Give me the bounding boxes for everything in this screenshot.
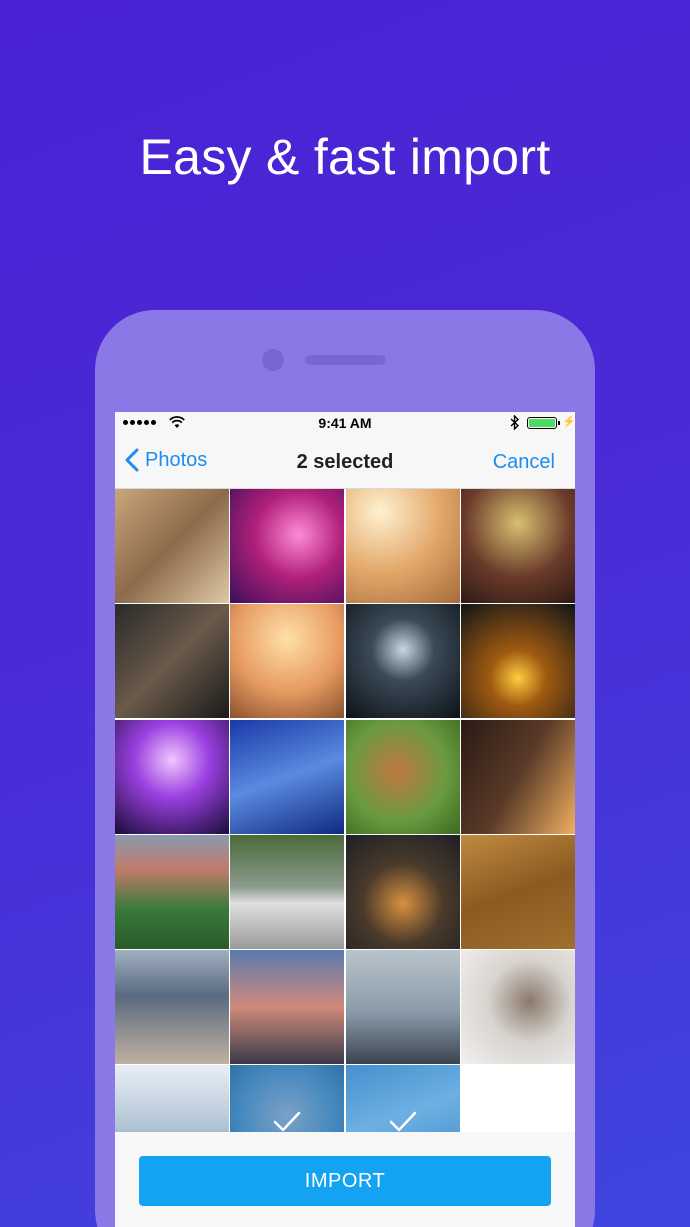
phone-screen: 9:41 AM ⚡ Photos 2 selected Cancel IMPOR… <box>115 412 575 1227</box>
photo-lake-man[interactable] <box>345 950 460 1065</box>
bottom-bar: IMPORT <box>115 1132 575 1227</box>
photo-blue-clouds[interactable] <box>230 719 345 834</box>
photo-beach-group[interactable] <box>230 950 345 1065</box>
photo-autumn-bike[interactable] <box>460 834 575 949</box>
checkmark-icon <box>274 1112 301 1132</box>
photo-surfers[interactable] <box>115 950 229 1065</box>
checkmark-icon <box>389 1112 416 1132</box>
photo-beach-reading[interactable] <box>115 489 229 603</box>
navigation-bar: Photos 2 selected Cancel <box>115 434 575 489</box>
photo-sunny-woman[interactable] <box>345 489 460 603</box>
battery-icon <box>527 417 557 429</box>
photo-concert-orange[interactable] <box>460 604 575 719</box>
photo-party-lights[interactable] <box>230 489 345 603</box>
cancel-button[interactable]: Cancel <box>493 451 555 474</box>
photo-gym[interactable] <box>115 604 229 719</box>
photo-rave-purple[interactable] <box>115 719 229 834</box>
photo-heart-hands[interactable] <box>230 604 345 719</box>
photo-city-sunset[interactable] <box>460 719 575 834</box>
headline: Easy & fast import <box>139 129 551 185</box>
status-time: 9:41 AM <box>318 415 372 431</box>
photo-concert-crowd[interactable] <box>345 604 460 719</box>
photo-burger[interactable] <box>345 834 460 949</box>
photo-baseball-field[interactable] <box>115 834 229 949</box>
import-button[interactable]: IMPORT <box>139 1156 551 1206</box>
charging-bolt-icon: ⚡ <box>562 416 575 428</box>
photo-white-car[interactable] <box>230 834 345 949</box>
earpiece-speaker <box>305 355 386 365</box>
battery-tip <box>558 421 560 425</box>
photo-boxer-dog[interactable] <box>345 719 460 834</box>
photo-grid <box>115 489 575 1180</box>
photo-cat[interactable] <box>460 950 575 1065</box>
photo-festival-girls[interactable] <box>460 489 575 603</box>
front-camera <box>262 349 284 371</box>
bluetooth-icon <box>510 415 520 430</box>
status-bar: 9:41 AM ⚡ <box>115 412 575 434</box>
phone-frame: 9:41 AM ⚡ Photos 2 selected Cancel IMPOR… <box>95 310 595 1227</box>
